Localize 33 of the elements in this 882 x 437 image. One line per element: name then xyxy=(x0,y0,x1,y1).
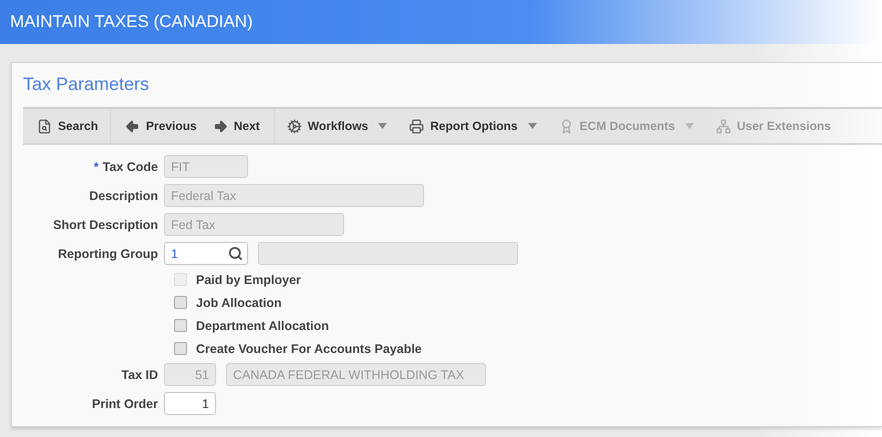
search-icon xyxy=(37,118,52,134)
checkbox[interactable] xyxy=(174,342,187,355)
toolbar-button[interactable]: Next xyxy=(204,109,275,143)
panel-title: Tax Parameters xyxy=(23,74,150,95)
toolbar-button[interactable]: Workflows xyxy=(274,109,398,143)
checkbox[interactable] xyxy=(174,296,187,309)
field-label: Reporting Group xyxy=(58,246,158,260)
checkbox-label: Job Allocation xyxy=(196,296,282,310)
checkbox-label: Paid by Employer xyxy=(196,272,301,286)
toolbar-button[interactable]: Search xyxy=(23,109,112,143)
checkbox[interactable] xyxy=(174,319,187,332)
required-mark: * xyxy=(94,160,99,174)
field-label: Tax Code xyxy=(102,160,158,174)
page-title: MAINTAIN TAXES (CANADIAN) xyxy=(10,12,253,32)
field-label: Description xyxy=(89,188,158,202)
field-label: Print Order xyxy=(92,396,158,410)
toolbar-button[interactable]: Report Options xyxy=(397,109,547,143)
checkbox-label: Department Allocation xyxy=(196,318,329,332)
gear-icon xyxy=(286,118,302,134)
right-arrow-icon xyxy=(212,118,228,134)
caret-icon[interactable] xyxy=(378,123,388,129)
hierarchy-icon xyxy=(716,118,731,134)
left-arrow-icon xyxy=(125,118,140,134)
checkbox-label: Create Voucher For Accounts Payable xyxy=(196,342,422,356)
printer-icon xyxy=(409,118,424,134)
text-field[interactable]: 1 xyxy=(164,392,216,415)
text-field[interactable] xyxy=(258,242,518,265)
search-icon[interactable] xyxy=(228,246,243,261)
lookup-field[interactable]: 1 xyxy=(164,242,248,265)
caret-icon[interactable] xyxy=(528,123,537,129)
field-label: Tax ID xyxy=(121,368,158,382)
field-label: Short Description xyxy=(53,218,158,232)
toolbar-button[interactable]: Previous xyxy=(111,109,205,143)
